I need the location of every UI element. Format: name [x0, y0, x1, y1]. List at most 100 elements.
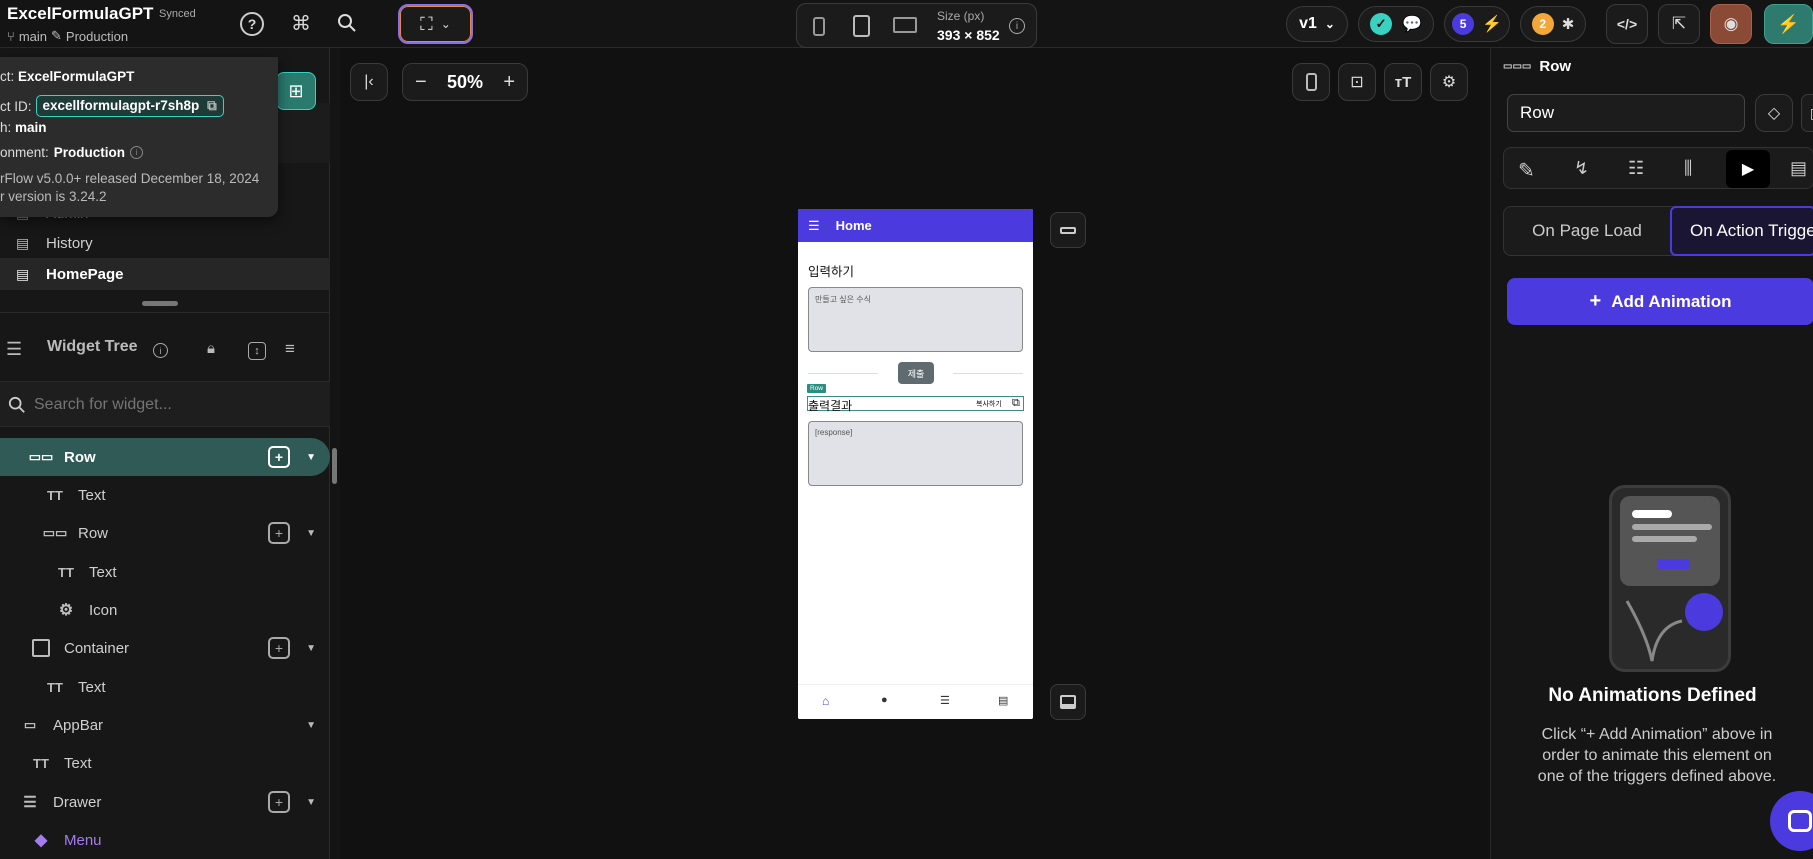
chat-support-button[interactable] [1770, 791, 1813, 851]
tree-item-row[interactable]: ▭▭ Row + ▼ [0, 514, 330, 552]
row-icon: ▭▭ [28, 449, 54, 464]
dropdown-caret-icon[interactable]: ▼ [306, 720, 316, 731]
preview-button[interactable]: ◉ [1710, 4, 1752, 44]
navbar-icon [1060, 695, 1076, 709]
lightning-tasks-button[interactable]: 5 ⚡ [1444, 6, 1510, 42]
open-external-button[interactable]: ⇱ [1658, 4, 1700, 44]
widget-name-field[interactable]: Row [1507, 94, 1745, 132]
resize-handle[interactable] [142, 301, 178, 306]
dropdown-caret-icon[interactable]: ▼ [306, 452, 316, 463]
appbar-toggle-button[interactable] [1050, 212, 1086, 248]
phone-frame-button[interactable] [1292, 63, 1330, 101]
text-scale-button[interactable]: тТ [1384, 63, 1422, 101]
branch-icon: ⑂ [7, 28, 15, 44]
tree-item-text[interactable]: TT Text [0, 476, 330, 514]
zoom-level[interactable]: 50% [447, 72, 483, 93]
page-item-homepage[interactable]: ▤ HomePage [0, 258, 330, 290]
add-page-icon[interactable]: ⊞ [276, 72, 316, 110]
status-comments-button[interactable]: ✓ 💬 [1358, 6, 1434, 42]
animations-play-icon[interactable]: ▶ [1726, 150, 1770, 188]
tree-item-row[interactable]: ▭▭ Row + ▼ [0, 438, 330, 476]
submit-button[interactable]: 제출 [898, 362, 934, 384]
dropdown-caret-icon[interactable]: ▼ [306, 797, 316, 808]
row-icon: ▭▭▭ [1503, 61, 1532, 72]
size-value[interactable]: 393 × 852 [937, 27, 1000, 43]
tree-item-container[interactable]: Container + ▼ [0, 629, 330, 667]
selected-widget-header: ▭▭▭ Row [1503, 58, 1571, 75]
search-icon[interactable] [334, 10, 360, 36]
desktop-device-icon[interactable] [893, 17, 917, 33]
add-child-icon[interactable]: + [268, 791, 290, 813]
menu-nav-icon[interactable]: ☰ [940, 694, 950, 707]
responsive-button[interactable]: ⊡ [1338, 63, 1376, 101]
actions-tab-icon[interactable]: ↯ [1574, 158, 1589, 179]
more-tab-icon[interactable]: ▤ [1790, 158, 1807, 179]
tablet-device-icon[interactable] [853, 15, 870, 37]
scrollbar-thumb[interactable] [332, 448, 337, 484]
list-tree-icon: ☰ [6, 339, 23, 359]
flowgpt-menu-button[interactable]: ⛶ ⌄ [398, 4, 473, 44]
lock-icon[interactable]: 🔒︎ [207, 340, 215, 357]
dropdown-caret-icon[interactable]: ▼ [306, 528, 316, 539]
selected-row-tag: Row [807, 384, 827, 393]
project-name[interactable]: ExcelFormulaGPT [7, 4, 153, 24]
collapse-panel-button[interactable]: |‹ [350, 63, 388, 101]
sort-options-icon[interactable]: ≡ [285, 339, 295, 359]
tree-item-label: Menu [64, 831, 102, 849]
project-id-chip[interactable]: excellformulagpt-r7sh8p ⧉ [35, 95, 224, 117]
chat-nav-icon[interactable]: ▤ [998, 694, 1008, 707]
text-icon: TT [58, 564, 74, 580]
tooltip-label: onment: [0, 145, 49, 160]
tree-item-menu[interactable]: ◆ Menu [0, 821, 330, 859]
widget-search-input[interactable] [34, 391, 314, 419]
trigger-tabs: On Page Load On Action Trigge [1503, 206, 1813, 256]
premium-diamond-button[interactable]: ◇ [1755, 94, 1793, 132]
info-icon[interactable]: i [153, 343, 168, 358]
add-child-icon[interactable]: + [268, 522, 290, 544]
divider [808, 373, 878, 374]
help-icon[interactable]: ? [240, 12, 264, 36]
hamburger-menu-icon[interactable]: ☰ [808, 218, 820, 234]
copy-icon[interactable]: ⧉ [1012, 397, 1020, 410]
layout-tab-icon[interactable]: ⫼ [1684, 158, 1692, 179]
tab-on-page-load[interactable]: On Page Load [1504, 207, 1670, 255]
home-nav-icon[interactable]: ⌂ [822, 694, 829, 708]
phone-device-icon[interactable] [813, 17, 825, 36]
tree-item-text[interactable]: TT Text [0, 668, 330, 706]
tree-item-drawer[interactable]: ☰ Drawer + ▼ [0, 783, 330, 821]
expand-collapse-icon[interactable]: ↕ [248, 342, 266, 360]
backend-query-tab-icon[interactable]: ☷ [1628, 158, 1644, 179]
add-child-icon[interactable]: + [268, 446, 290, 468]
branch-env[interactable]: ⑂ main ✎ Production [7, 28, 128, 44]
bug-report-button[interactable]: 2 ✱ [1520, 6, 1586, 42]
info-icon[interactable]: i [1009, 18, 1025, 34]
tree-item-text[interactable]: TT Text [0, 553, 330, 591]
version-select[interactable]: v1 ⌄ [1286, 6, 1348, 42]
bug-icon: ✱ [1561, 16, 1575, 33]
app-bar[interactable]: ☰ Home [798, 209, 1033, 242]
tree-item-appbar[interactable]: ▭ AppBar ▼ [0, 706, 330, 744]
formula-input[interactable]: 만들고 싶은 수식 [808, 287, 1023, 352]
zoom-in-icon[interactable]: + [503, 71, 515, 94]
tree-settings-button[interactable]: ⚙ [1430, 63, 1468, 101]
copy-icon[interactable]: ⧉ [207, 98, 217, 113]
add-animation-button[interactable]: + Add Animation [1507, 278, 1813, 325]
properties-tab-icon[interactable]: ✎ [1518, 158, 1535, 183]
save-component-button[interactable]: ▣ [1801, 94, 1813, 132]
tree-item-icon[interactable]: ⚙ Icon [0, 591, 330, 629]
diamond-icon: ◆ [34, 832, 48, 849]
tree-item-text[interactable]: TT Text [0, 744, 330, 782]
navbar-toggle-button[interactable] [1050, 684, 1086, 720]
person-nav-icon[interactable]: ● [881, 694, 888, 706]
page-item-history[interactable]: ▤ History [0, 228, 330, 258]
code-view-button[interactable]: </> [1606, 4, 1648, 44]
zoom-out-icon[interactable]: − [415, 71, 427, 94]
lightning-count-badge: 5 [1452, 13, 1475, 35]
add-child-icon[interactable]: + [268, 637, 290, 659]
command-icon[interactable]: ⌘ [288, 10, 314, 36]
output-row[interactable]: 출력결과 복사하기 ⧉ [807, 396, 1024, 413]
tab-on-action-trigger[interactable]: On Action Trigge [1670, 206, 1813, 256]
dropdown-caret-icon[interactable]: ▼ [306, 643, 316, 654]
info-icon[interactable]: i [130, 146, 144, 159]
run-button[interactable]: ⚡ [1764, 4, 1813, 44]
